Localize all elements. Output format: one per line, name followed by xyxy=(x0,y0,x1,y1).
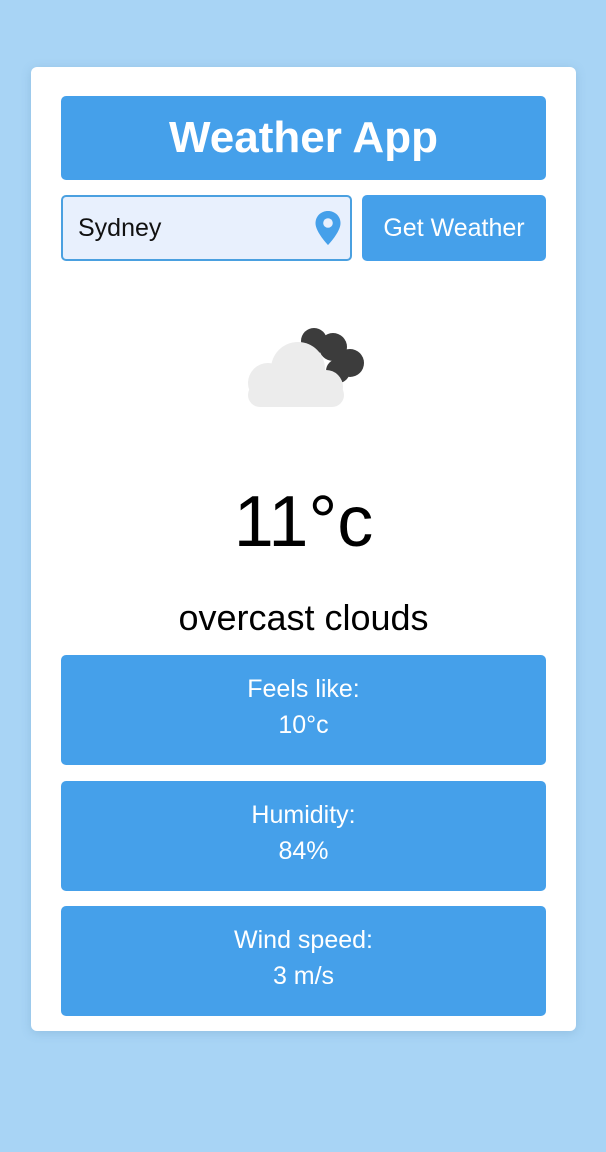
wind-speed-label: Wind speed: xyxy=(234,926,373,954)
humidity-label: Humidity: xyxy=(251,801,356,829)
weather-description: overcast clouds xyxy=(178,597,429,638)
wind-speed-value: 3 m/s xyxy=(272,962,335,990)
feels-like-value: 10°c xyxy=(278,711,329,739)
city-input[interactable] xyxy=(63,197,303,259)
weather-card: Weather App Get Weather 11°c overcast cl… xyxy=(31,67,576,1031)
feels-like-label: Feels like: xyxy=(247,675,360,703)
temperature: 11°c xyxy=(233,482,374,562)
humidity-box: Humidity: 84% xyxy=(61,781,546,891)
feels-like-box: Feels like: 10°c xyxy=(61,655,546,765)
app-title: Weather App xyxy=(61,96,546,180)
get-weather-button[interactable]: Get Weather xyxy=(362,195,546,261)
location-pin-icon[interactable] xyxy=(314,210,342,246)
wind-speed-box: Wind speed: 3 m/s xyxy=(61,906,546,1016)
overcast-clouds-icon xyxy=(248,328,364,407)
city-search-field[interactable] xyxy=(61,195,352,261)
humidity-value: 84% xyxy=(278,837,329,865)
